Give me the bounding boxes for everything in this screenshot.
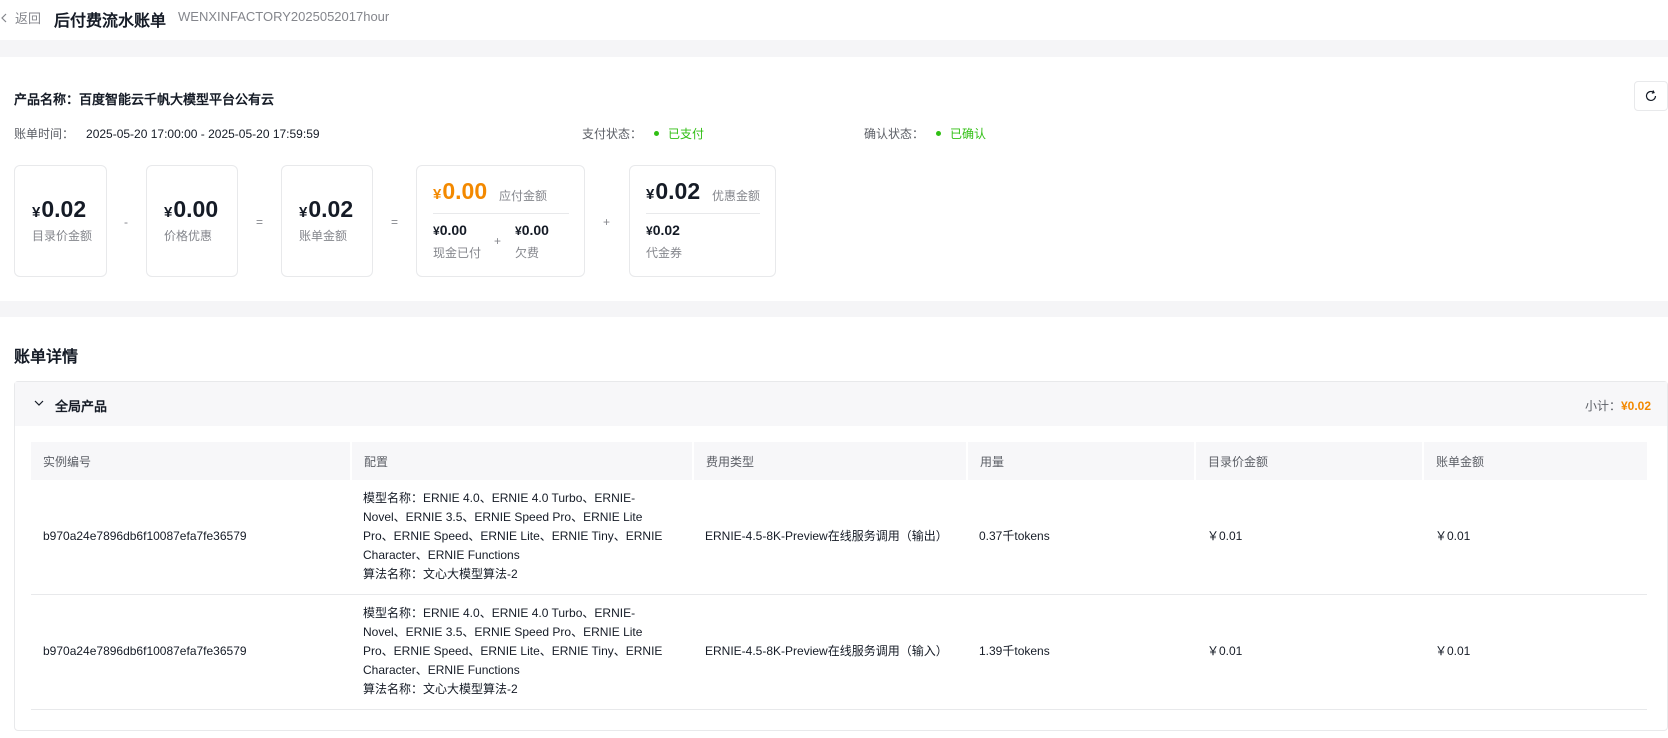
list-price-label: 目录价金额 — [32, 229, 93, 243]
group-name: 全局产品 — [55, 399, 108, 414]
chevron-down-icon[interactable] — [33, 397, 45, 409]
chevron-left-icon — [1, 13, 7, 22]
page-title: 后付费流水账单 — [54, 13, 167, 30]
config-cell: 模型名称：ERNIE 4.0、ERNIE 4.0 Turbo、ERNIE-Nov… — [351, 594, 693, 710]
bill-time-label: 账单时间： — [14, 127, 75, 141]
product-name: 产品名称：百度智能云千帆大模型平台公有云 — [14, 89, 274, 108]
op-minus: - — [124, 215, 128, 229]
promo-amount: 0.02 — [655, 178, 701, 204]
bill-detail: 账单详情 全局产品 小计：¥0.02 实例编号 配置 费用类型 用量 目录价金额… — [0, 317, 1668, 738]
top-bar: 返回 后付费流水账单 WENXINFACTORY2025052017hour — [0, 0, 1668, 40]
cash-paid-amount: 0.00 — [439, 222, 467, 238]
table-row: b970a24e7896db6f10087efa7fe36579 模型名称：ER… — [31, 594, 1647, 710]
fee-type: ERNIE-4.5-8K-Preview在线服务调用（输入） — [693, 594, 967, 710]
cash-paid-label: 现金已付 — [433, 246, 482, 260]
arrears-label: 欠费 — [515, 246, 540, 260]
op-equals: = — [391, 215, 399, 229]
yen-sign: ¥ — [32, 204, 41, 221]
discount-label: 价格优惠 — [164, 229, 213, 243]
confirm-status: 确认状态： 已确认 — [864, 125, 986, 142]
bill-table: 实例编号 配置 费用类型 用量 目录价金额 账单金额 b970a24e7896d… — [31, 442, 1647, 710]
config-cell: 模型名称：ERNIE 4.0、ERNIE 4.0 Turbo、ERNIE-Nov… — [351, 480, 693, 595]
promo-label: 优惠金额 — [712, 189, 761, 203]
yen-sign: ¥ — [515, 224, 522, 238]
back-button[interactable]: 返回 — [0, 8, 41, 27]
col-fee-type: 费用类型 — [693, 442, 968, 480]
subtotal: 小计：¥0.02 — [1585, 397, 1651, 414]
yen-sign: ¥ — [433, 186, 442, 203]
confirm-status-badge: 已确认 — [950, 127, 987, 141]
bill-amount: ￥0.01 — [1423, 594, 1647, 710]
status-dot-icon — [654, 131, 660, 136]
pay-status-label: 支付状态： — [582, 127, 643, 141]
product-value: 百度智能云千帆大模型平台公有云 — [79, 92, 275, 107]
yen-sign: ¥ — [433, 224, 440, 238]
list-amount: ￥0.01 — [1195, 480, 1423, 595]
config-model: 模型名称：ERNIE 4.0、ERNIE 4.0 Turbo、ERNIE-Nov… — [363, 606, 663, 677]
discount-amount: 0.00 — [173, 196, 219, 222]
table-header-row: 实例编号 配置 费用类型 用量 目录价金额 账单金额 — [31, 442, 1647, 480]
usage: 0.37千tokens — [967, 480, 1195, 595]
status-dot-icon — [936, 131, 942, 136]
bill-amount-card: ¥0.02 账单金额 — [281, 165, 373, 277]
instance-id: b970a24e7896db6f10087efa7fe36579 — [31, 480, 351, 595]
pay-status: 支付状态： 已支付 — [582, 125, 704, 142]
bill-id: WENXINFACTORY2025052017hour — [178, 9, 390, 24]
op-plus: + — [494, 234, 502, 248]
col-instance: 实例编号 — [31, 442, 352, 480]
divider — [646, 213, 760, 214]
bill-amount: ￥0.01 — [1423, 480, 1647, 595]
detail-title: 账单详情 — [14, 349, 79, 366]
back-label: 返回 — [15, 11, 42, 26]
yen-sign: ¥ — [646, 186, 655, 203]
subtotal-label: 小计： — [1584, 399, 1621, 413]
pay-status-badge: 已支付 — [668, 127, 705, 141]
instance-id: b970a24e7896db6f10087efa7fe36579 — [31, 594, 351, 710]
payable-card: ¥0.00 应付金额 ¥0.00 现金已付 + ¥0.00 欠费 — [416, 165, 585, 277]
config-algo: 算法名称：文心大模型算法-2 — [363, 682, 518, 696]
arrears-amount: 0.00 — [521, 222, 549, 238]
refresh-icon — [1645, 90, 1657, 102]
usage: 1.39千tokens — [967, 594, 1195, 710]
col-config: 配置 — [351, 442, 694, 480]
payable-label: 应付金额 — [499, 189, 548, 203]
payable-amount: 0.00 — [442, 178, 488, 204]
voucher-label: 代金券 — [646, 246, 683, 260]
table-row: b970a24e7896db6f10087efa7fe36579 模型名称：ER… — [31, 480, 1647, 595]
bill-amount-label: 账单金额 — [299, 229, 348, 243]
group-header[interactable]: 全局产品 小计：¥0.02 — [15, 382, 1667, 426]
list-price-card: ¥0.02 目录价金额 — [14, 165, 107, 277]
product-label: 产品名称： — [14, 92, 80, 107]
list-amount: ￥0.01 — [1195, 594, 1423, 710]
confirm-status-label: 确认状态： — [864, 127, 925, 141]
bill-amount-value: 0.02 — [308, 196, 354, 222]
divider — [433, 213, 569, 214]
config-algo: 算法名称：文心大模型算法-2 — [363, 567, 518, 581]
voucher-amount: 0.02 — [652, 222, 680, 238]
yen-sign: ¥ — [646, 224, 653, 238]
promo-card: ¥0.02 优惠金额 ¥0.02 代金券 — [629, 165, 776, 277]
config-model: 模型名称：ERNIE 4.0、ERNIE 4.0 Turbo、ERNIE-Nov… — [363, 491, 663, 562]
discount-card: ¥0.00 价格优惠 — [146, 165, 238, 277]
col-list-amount: 目录价金额 — [1195, 442, 1424, 480]
col-usage: 用量 — [967, 442, 1196, 480]
yen-sign: ¥ — [299, 204, 308, 221]
bill-time-value: 2025-05-20 17:00:00 - 2025-05-20 17:59:5… — [86, 126, 320, 141]
op-plus: + — [603, 215, 611, 229]
subtotal-amount: ¥0.02 — [1620, 399, 1651, 413]
product-group: 全局产品 小计：¥0.02 实例编号 配置 费用类型 用量 目录价金额 账单金额… — [14, 381, 1668, 731]
yen-sign: ¥ — [164, 204, 173, 221]
col-bill-amount: 账单金额 — [1423, 442, 1647, 480]
op-equals: = — [256, 215, 264, 229]
bill-time: 账单时间： 2025-05-20 17:00:00 - 2025-05-20 1… — [14, 125, 320, 142]
list-price-amount: 0.02 — [41, 196, 87, 222]
fee-type: ERNIE-4.5-8K-Preview在线服务调用（输出） — [693, 480, 967, 595]
bill-summary: 产品名称：百度智能云千帆大模型平台公有云 账单时间： 2025-05-20 17… — [0, 57, 1668, 301]
refresh-button[interactable] — [1634, 81, 1668, 111]
